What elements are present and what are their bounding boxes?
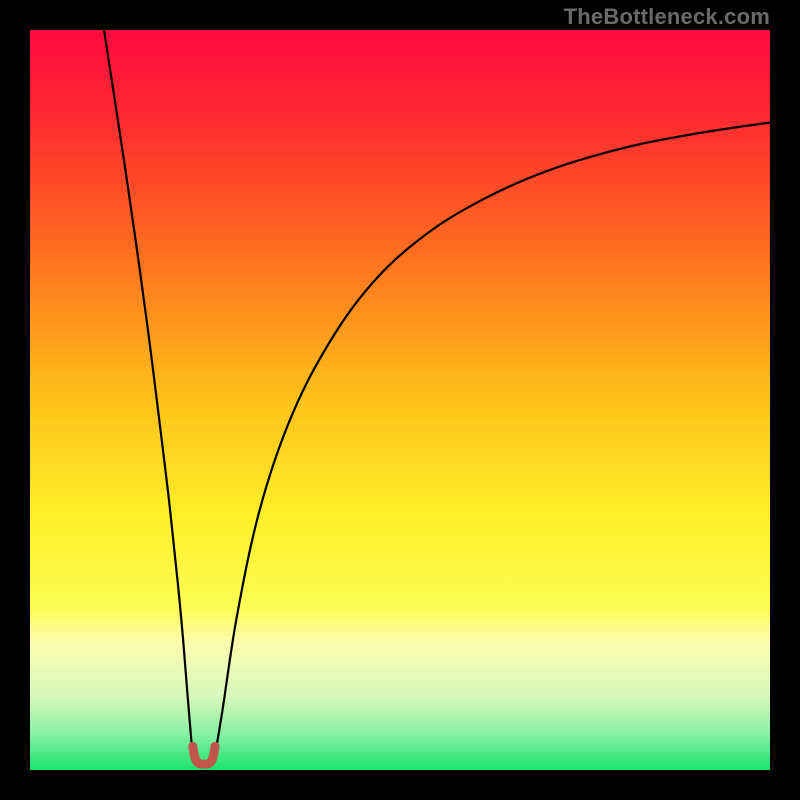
min-marker [193,746,215,764]
watermark-text: TheBottleneck.com [564,4,770,30]
curve-layer [30,30,770,770]
chart-frame: TheBottleneck.com [0,0,800,800]
plot-area [30,30,770,770]
curve-right [215,123,770,756]
curve-left [104,30,193,755]
